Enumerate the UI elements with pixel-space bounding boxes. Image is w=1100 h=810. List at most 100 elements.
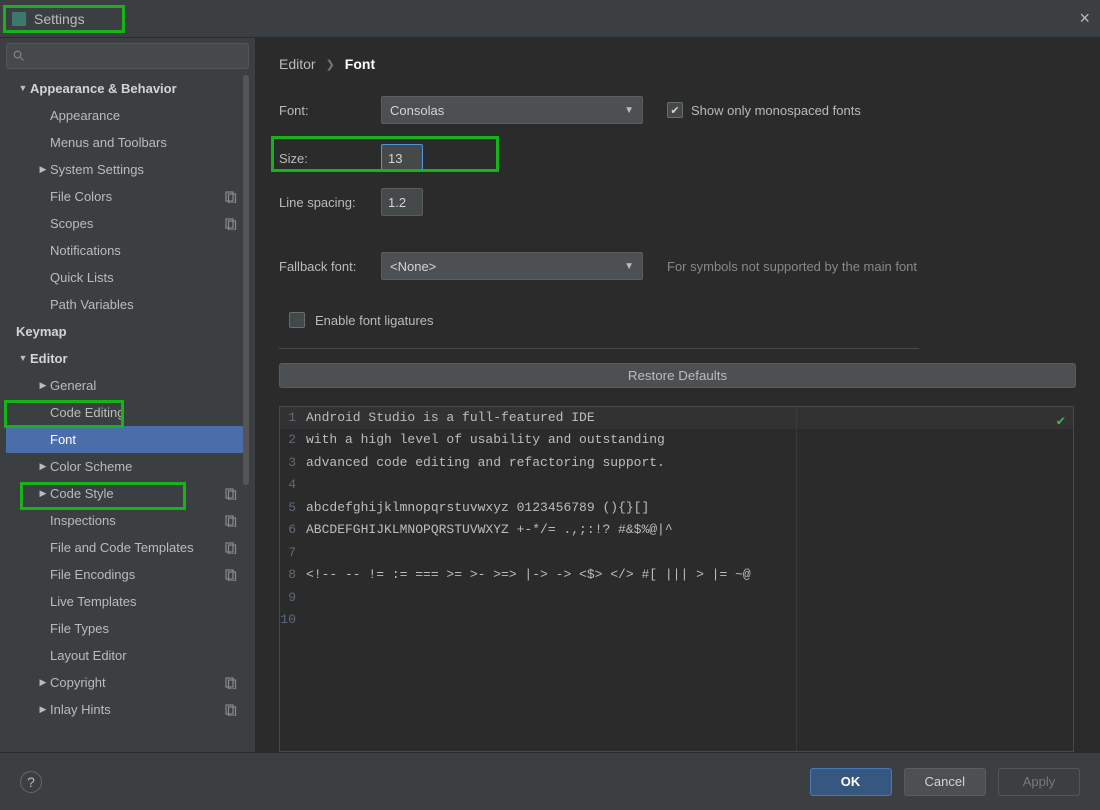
sidebar-item-code-editing[interactable]: Code Editing bbox=[6, 399, 243, 426]
expand-arrow-icon[interactable] bbox=[36, 488, 50, 499]
size-label: Size: bbox=[279, 151, 371, 166]
sidebar-item-path-variables[interactable]: Path Variables bbox=[6, 291, 243, 318]
expand-arrow-icon[interactable] bbox=[16, 83, 30, 94]
settings-tree: Appearance & Behavior Appearance Menus and… bbox=[6, 75, 249, 752]
scheme-icon bbox=[225, 191, 237, 203]
sidebar: Appearance & Behavior Appearance Menus and… bbox=[0, 38, 255, 752]
sidebar-item-system-settings[interactable]: System Settings bbox=[6, 156, 243, 183]
monospace-checkbox[interactable] bbox=[667, 102, 683, 118]
breadcrumb: Editor ❯ Font bbox=[279, 56, 1076, 72]
monospace-label: Show only monospaced fonts bbox=[691, 103, 861, 118]
scheme-icon bbox=[225, 542, 237, 554]
sidebar-item-file-colors[interactable]: File Colors bbox=[6, 183, 243, 210]
sidebar-item-label: Live Templates bbox=[50, 594, 237, 609]
scheme-icon bbox=[225, 515, 237, 527]
preview-line: 8<!-- -- != := === >= >- >=> |-> -> <$> … bbox=[280, 564, 1073, 587]
sidebar-item-scopes[interactable]: Scopes bbox=[6, 210, 243, 237]
preview-line: 1Android Studio is a full-featured IDE bbox=[280, 407, 1073, 430]
breadcrumb-current: Font bbox=[345, 56, 375, 72]
sidebar-item-copyright[interactable]: Copyright bbox=[6, 669, 243, 696]
divider bbox=[279, 348, 919, 349]
preview-text bbox=[302, 474, 306, 497]
sidebar-item-label: Code Style bbox=[50, 486, 225, 501]
sidebar-item-keymap[interactable]: Keymap bbox=[6, 318, 243, 345]
sidebar-item-inspections[interactable]: Inspections bbox=[6, 507, 243, 534]
font-preview[interactable]: 1Android Studio is a full-featured IDE2w… bbox=[279, 406, 1074, 752]
sidebar-item-label: Color Scheme bbox=[50, 459, 237, 474]
fallback-select[interactable]: <None> ▼ bbox=[381, 252, 643, 280]
ok-button[interactable]: OK bbox=[810, 768, 892, 796]
line-number: 9 bbox=[280, 587, 302, 610]
sidebar-item-label: Appearance bbox=[50, 108, 237, 123]
expand-arrow-icon[interactable] bbox=[36, 164, 50, 175]
check-icon: ✔ bbox=[1057, 411, 1065, 434]
sidebar-item-label: Notifications bbox=[50, 243, 237, 258]
sidebar-item-label: Menus and Toolbars bbox=[50, 135, 237, 150]
expand-arrow-icon[interactable] bbox=[36, 677, 50, 688]
sidebar-item-general[interactable]: General bbox=[6, 372, 243, 399]
linespacing-label: Line spacing: bbox=[279, 195, 371, 210]
scheme-icon bbox=[225, 218, 237, 230]
linespacing-input[interactable] bbox=[381, 188, 423, 216]
sidebar-item-label: Layout Editor bbox=[50, 648, 237, 663]
sidebar-item-file-encodings[interactable]: File Encodings bbox=[6, 561, 243, 588]
sidebar-item-menus-and-toolbars[interactable]: Menus and Toolbars bbox=[6, 129, 243, 156]
search-input-wrapper[interactable] bbox=[6, 43, 249, 69]
sidebar-item-layout-editor[interactable]: Layout Editor bbox=[6, 642, 243, 669]
chevron-right-icon: ❯ bbox=[326, 58, 335, 71]
expand-arrow-icon[interactable] bbox=[36, 704, 50, 715]
scheme-icon bbox=[225, 569, 237, 581]
font-select[interactable]: Consolas ▼ bbox=[381, 96, 643, 124]
preview-text: ABCDEFGHIJKLMNOPQRSTUVWXYZ +-*/= .,;:!? … bbox=[302, 519, 673, 542]
sidebar-item-code-style[interactable]: Code Style bbox=[6, 480, 243, 507]
ligatures-checkbox[interactable] bbox=[289, 312, 305, 328]
scheme-icon bbox=[225, 677, 237, 689]
preview-line: 4 bbox=[280, 474, 1073, 497]
sidebar-item-appearance[interactable]: Appearance bbox=[6, 102, 243, 129]
sidebar-item-label: File Encodings bbox=[50, 567, 225, 582]
sidebar-item-label: Path Variables bbox=[50, 297, 237, 312]
line-number: 3 bbox=[280, 452, 302, 475]
expand-arrow-icon[interactable] bbox=[16, 353, 30, 364]
sidebar-item-file-and-code-templates[interactable]: File and Code Templates bbox=[6, 534, 243, 561]
size-input[interactable] bbox=[381, 144, 423, 172]
help-button[interactable]: ? bbox=[20, 771, 42, 793]
chevron-down-icon: ▼ bbox=[624, 261, 634, 272]
sidebar-item-label: File Types bbox=[50, 621, 237, 636]
breadcrumb-parent[interactable]: Editor bbox=[279, 56, 316, 72]
line-number: 1 bbox=[280, 407, 302, 430]
sidebar-item-label: Editor bbox=[30, 351, 237, 366]
sidebar-item-editor[interactable]: Editor bbox=[6, 345, 243, 372]
sidebar-item-label: Quick Lists bbox=[50, 270, 237, 285]
sidebar-item-label: File Colors bbox=[50, 189, 225, 204]
apply-button[interactable]: Apply bbox=[998, 768, 1080, 796]
line-number: 2 bbox=[280, 429, 302, 452]
preview-line: 9 bbox=[280, 587, 1073, 610]
preview-text bbox=[302, 587, 306, 610]
preview-text: with a high level of usability and outst… bbox=[302, 429, 665, 452]
preview-text: Android Studio is a full-featured IDE bbox=[302, 407, 595, 430]
sidebar-item-live-templates[interactable]: Live Templates bbox=[6, 588, 243, 615]
search-icon bbox=[13, 50, 25, 62]
sidebar-item-label: System Settings bbox=[50, 162, 237, 177]
sidebar-item-label: File and Code Templates bbox=[50, 540, 225, 555]
line-number: 10 bbox=[280, 609, 302, 632]
sidebar-item-notifications[interactable]: Notifications bbox=[6, 237, 243, 264]
preview-line: 3advanced code editing and refactoring s… bbox=[280, 452, 1073, 475]
expand-arrow-icon[interactable] bbox=[36, 380, 50, 391]
restore-defaults-button[interactable]: Restore Defaults bbox=[279, 363, 1076, 388]
sidebar-item-font[interactable]: Font bbox=[6, 426, 243, 453]
sidebar-item-file-types[interactable]: File Types bbox=[6, 615, 243, 642]
sidebar-item-inlay-hints[interactable]: Inlay Hints bbox=[6, 696, 243, 723]
sidebar-item-color-scheme[interactable]: Color Scheme bbox=[6, 453, 243, 480]
sidebar-item-quick-lists[interactable]: Quick Lists bbox=[6, 264, 243, 291]
scrollbar-handle[interactable] bbox=[243, 75, 249, 485]
cancel-button[interactable]: Cancel bbox=[904, 768, 986, 796]
search-input[interactable] bbox=[29, 49, 242, 64]
scheme-icon bbox=[225, 704, 237, 716]
sidebar-item-appearance-behavior[interactable]: Appearance & Behavior bbox=[6, 75, 243, 102]
window-title: Settings bbox=[34, 11, 85, 27]
close-icon[interactable]: × bbox=[1079, 8, 1090, 29]
sidebar-item-label: Keymap bbox=[16, 324, 237, 339]
expand-arrow-icon[interactable] bbox=[36, 461, 50, 472]
